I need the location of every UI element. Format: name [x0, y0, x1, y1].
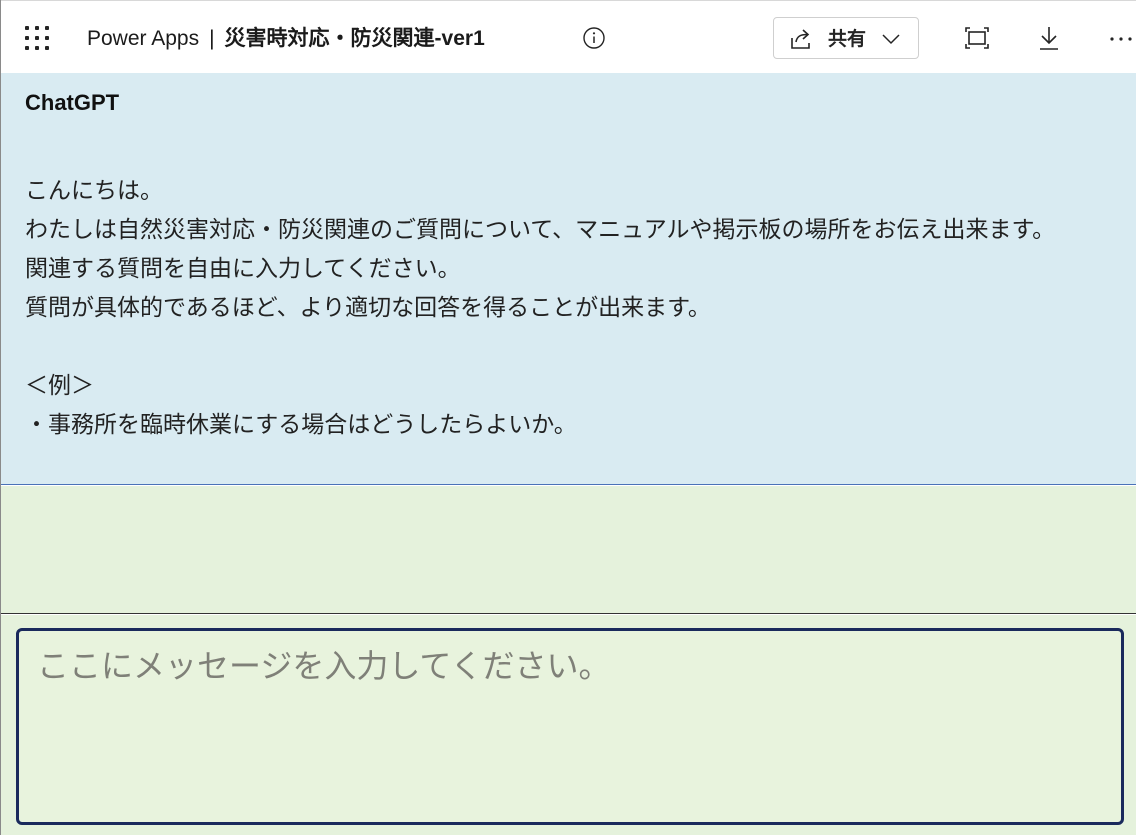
bot-sender: ChatGPT: [25, 90, 120, 115]
more-icon[interactable]: [1108, 27, 1136, 53]
message-input-area: [1, 615, 1136, 835]
fit-to-screen-icon[interactable]: [964, 25, 990, 51]
app-title: Power Apps | 災害時対応・防災関連-ver1: [87, 25, 485, 53]
share-button[interactable]: 共有: [773, 17, 919, 59]
bot-message: ChatGPT こんにちは。 わたしは自然災害対応・防災関連のご質問について、マ…: [1, 73, 1136, 485]
app-launcher-icon[interactable]: [25, 26, 49, 50]
product-name: Power Apps: [87, 27, 200, 50]
bot-message-text: こんにちは。 わたしは自然災害対応・防災関連のご質問について、マニュアルや掲示板…: [25, 178, 1056, 438]
title-separator: |: [209, 27, 215, 50]
chevron-down-icon: [881, 31, 901, 45]
share-label: 共有: [828, 28, 867, 50]
share-icon: [790, 28, 814, 50]
info-icon[interactable]: [582, 26, 606, 50]
download-icon[interactable]: [1036, 25, 1062, 51]
app-frame: Power Apps | 災害時対応・防災関連-ver1 共有 ChatGPT …: [0, 0, 1136, 835]
chat-area: [1, 486, 1136, 614]
app-name: 災害時対応・防災関連-ver1: [224, 27, 485, 50]
message-input[interactable]: [16, 628, 1124, 825]
top-bar: Power Apps | 災害時対応・防災関連-ver1 共有: [1, 0, 1136, 73]
